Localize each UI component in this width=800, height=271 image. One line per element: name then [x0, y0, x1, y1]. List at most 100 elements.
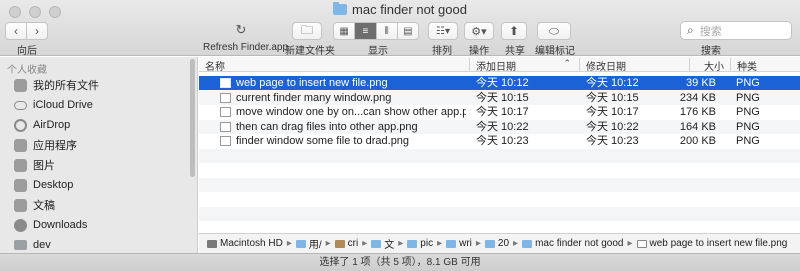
share-label: 共享 — [505, 46, 525, 57]
table-row[interactable]: finder window some file to drad.png 今天 1… — [199, 134, 800, 148]
sidebar-item-airdrop[interactable]: AirDrop — [14, 116, 190, 134]
folder-icon — [333, 2, 348, 15]
path-item[interactable]: 20 — [484, 238, 509, 249]
new-folder-icon: 🗀 — [300, 22, 313, 37]
chevron-left-icon: ‹ — [14, 24, 18, 38]
search-icon: ⌕ — [687, 23, 694, 37]
gallery-view-icon[interactable]: ▤ — [398, 23, 418, 39]
image-file-icon — [220, 78, 231, 88]
sidebar-item-icloud-drive[interactable]: iCloud Drive — [14, 96, 190, 114]
path-separator-icon: ▸ — [325, 238, 331, 249]
arrange-label: 排列 — [432, 46, 452, 57]
airdrop-icon — [14, 118, 27, 132]
new-folder-button[interactable]: 🗀 — [292, 22, 322, 40]
column-header-added[interactable]: 添加日期 ⌃ — [469, 58, 577, 73]
tags-button[interactable]: ⬭ — [537, 22, 571, 40]
sidebar-item-downloads[interactable]: Downloads — [14, 216, 190, 234]
table-row[interactable]: current finder many window.png 今天 10:15 … — [199, 91, 800, 105]
path-item[interactable]: wri — [446, 238, 472, 249]
path-separator-icon: ▸ — [437, 238, 443, 249]
view-label: 显示 — [368, 46, 388, 57]
path-item[interactable]: Macintosh HD — [207, 238, 283, 249]
share-icon: ⬆ — [508, 24, 520, 38]
image-file-icon — [220, 136, 231, 146]
icon-view-icon[interactable]: ▦ — [334, 23, 356, 39]
sidebar-item-desktop[interactable]: Desktop — [14, 176, 190, 194]
refresh-icon: ↻ — [235, 22, 247, 37]
refresh-button[interactable]: ↻ — [232, 21, 250, 39]
folder-icon — [484, 239, 495, 248]
table-row[interactable]: web page to insert new file.png 今天 10:12… — [199, 76, 800, 90]
path-item[interactable]: pic — [407, 238, 433, 249]
sidebar-item-all-files[interactable]: 我的所有文件 — [14, 76, 190, 94]
path-separator-icon: ▸ — [286, 238, 292, 249]
path-item[interactable]: 用/ — [295, 236, 322, 251]
file-list: 名称 添加日期 ⌃ 修改日期 大小 种类 web page to insert n… — [199, 57, 800, 233]
folder-icon — [407, 239, 418, 248]
search-input[interactable]: ⌕ 搜索 — [680, 21, 792, 40]
camera-icon — [14, 158, 27, 172]
back-button[interactable]: ‹ — [5, 22, 27, 40]
sidebar-scrollbar[interactable] — [190, 59, 195, 177]
folder-icon — [14, 240, 27, 250]
new-folder-label: 新建文件夹 — [285, 46, 335, 57]
path-separator-icon: ▸ — [513, 238, 519, 249]
column-header-kind[interactable]: 种类 — [730, 58, 800, 73]
refresh-label: Refresh Finder.app — [203, 42, 289, 53]
window-title: mac finder not good — [0, 2, 800, 17]
table-row[interactable]: then can drag files into other app.png 今… — [199, 120, 800, 134]
hard-disk-icon — [207, 239, 217, 248]
path-separator-icon: ▸ — [475, 238, 481, 249]
search-label: 搜索 — [701, 46, 721, 57]
tags-label: 编辑标记 — [535, 46, 575, 57]
path-separator-icon: ▸ — [627, 238, 633, 249]
list-view-icon[interactable]: ≡ — [355, 23, 377, 39]
download-icon — [14, 218, 27, 232]
column-header-modified[interactable]: 修改日期 — [579, 58, 689, 73]
status-bar: 选择了 1 项（共 5 项），8.1 GB 可用 — [0, 253, 800, 271]
sidebar-item-applications[interactable]: 应用程序 — [14, 136, 190, 154]
empty-row — [199, 178, 800, 192]
sidebar-item-dev[interactable]: dev — [14, 236, 190, 254]
path-bar: Macintosh HD ▸ 用/▸ cri ▸ 文 ▸ pic ▸ wri ▸ 20 ▸ … — [199, 233, 800, 253]
applications-icon — [14, 138, 27, 152]
column-headers: 名称 添加日期 ⌃ 修改日期 大小 种类 — [199, 57, 800, 73]
image-file-icon — [220, 122, 231, 132]
search-placeholder: 搜索 — [699, 25, 722, 38]
forward-button[interactable]: › — [26, 22, 48, 40]
path-separator-icon: ▸ — [362, 238, 368, 249]
image-file-icon — [636, 239, 647, 248]
empty-row — [199, 207, 800, 221]
gear-icon: ⚙▾ — [471, 25, 487, 38]
view-mode-control[interactable]: ▦ ≡ ⫴ ▤ — [333, 22, 419, 40]
sidebar-item-documents[interactable]: 文稿 — [14, 196, 190, 214]
sort-ascending-icon: ⌃ — [563, 58, 571, 68]
table-row[interactable]: move window one by on...can show other a… — [199, 105, 800, 119]
cloud-icon — [14, 100, 27, 110]
path-item[interactable]: 文 — [371, 236, 394, 251]
column-header-name[interactable]: 名称 — [199, 58, 225, 73]
sidebar-header: 个人收藏 — [7, 65, 47, 76]
folder-icon — [295, 239, 306, 248]
share-button[interactable]: ⬆ — [501, 22, 527, 40]
image-file-icon — [220, 93, 231, 103]
path-item[interactable]: web page to insert new file.png — [636, 238, 787, 249]
action-label: 操作 — [469, 46, 489, 57]
back-label: 向后 — [17, 46, 37, 57]
path-item[interactable]: cri — [334, 238, 358, 249]
empty-row — [199, 149, 800, 163]
desktop-icon — [14, 178, 27, 192]
sidebar-item-pictures[interactable]: 图片 — [14, 156, 190, 174]
arrange-button[interactable]: ☷▾ — [428, 22, 458, 40]
arrange-icon: ☷▾ — [436, 25, 450, 37]
action-button[interactable]: ⚙▾ — [464, 22, 494, 40]
column-view-icon[interactable]: ⫴ — [377, 23, 398, 39]
document-icon — [14, 198, 27, 212]
tag-icon: ⬭ — [548, 23, 560, 38]
path-item[interactable]: mac finder not good — [522, 238, 623, 249]
chevron-right-icon: › — [35, 24, 39, 38]
sidebar: 个人收藏 我的所有文件 iCloud Drive AirDrop 应用程序 图片… — [0, 57, 198, 271]
toolbar: mac finder not good ‹ › 向后 ↻ Refresh Fin… — [0, 0, 800, 57]
folder-icon — [371, 239, 382, 248]
image-file-icon — [220, 107, 231, 117]
